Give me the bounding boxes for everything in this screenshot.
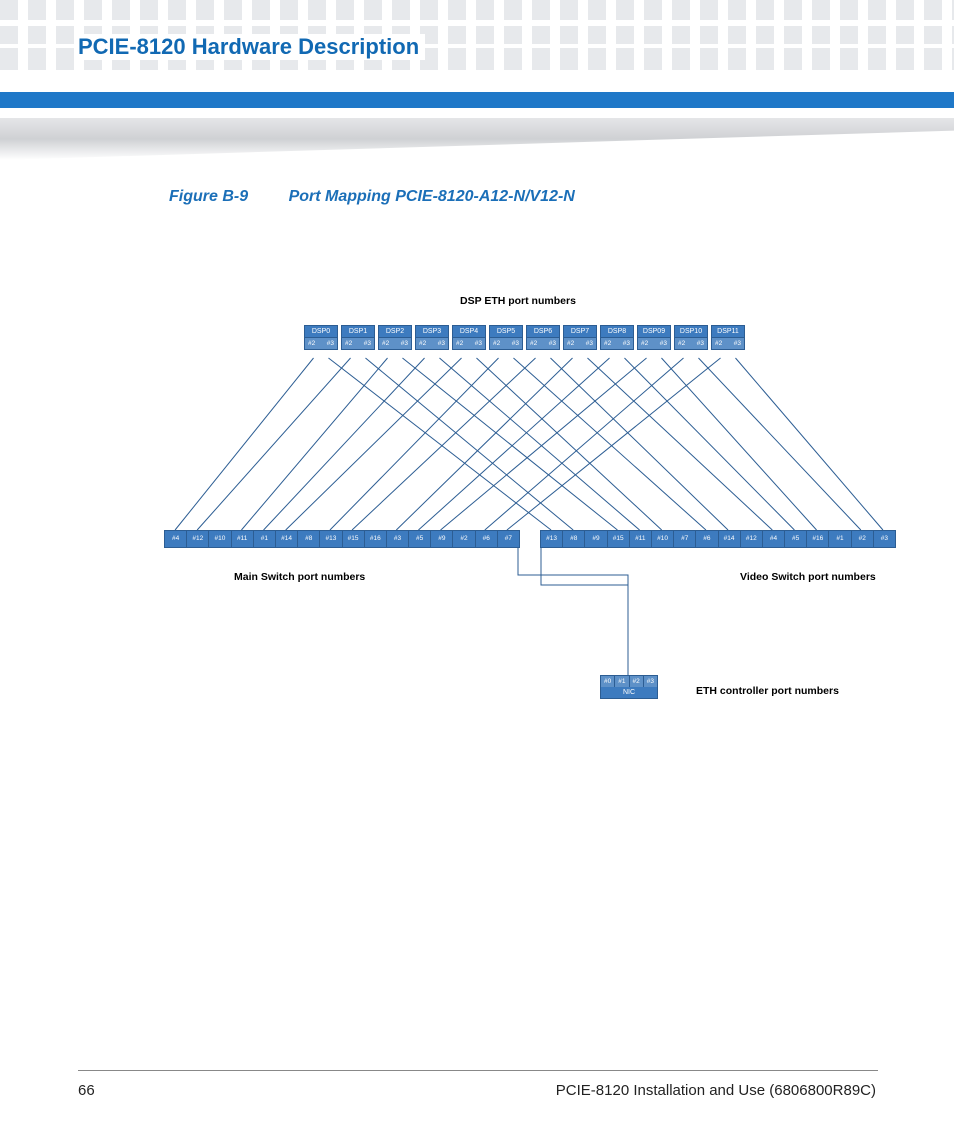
dsp-11: DSP11#2#3 — [711, 325, 745, 350]
nic-port-3: #3 — [644, 676, 657, 687]
video-switch-port-11: #5 — [785, 531, 807, 547]
nic-label: NIC — [601, 687, 657, 698]
nic-port-2: #2 — [630, 676, 644, 687]
dsp-0: DSP0#2#3 — [304, 325, 338, 350]
chapter-title: PCIE-8120 Hardware Description — [78, 34, 425, 60]
video-switch-port-5: #10 — [652, 531, 674, 547]
dsp-4: DSP4#2#3 — [452, 325, 486, 350]
video-switch-label: Video Switch port numbers — [740, 571, 876, 583]
dsp-8: DSP8#2#3 — [600, 325, 634, 350]
video-switch-port-15: #3 — [874, 531, 895, 547]
figure-caption: Port Mapping PCIE-8120-A12-N/V12-N — [289, 188, 575, 205]
main-switch-port-2: #10 — [209, 531, 231, 547]
blue-bar — [0, 92, 954, 108]
video-switch-port-2: #9 — [585, 531, 607, 547]
port-mapping-diagram: DSP ETH port numbers DSP0#2#3DSP1#2#3DSP… — [160, 285, 890, 725]
grey-wedge — [0, 118, 954, 160]
eth-controller-label: ETH controller port numbers — [696, 685, 839, 697]
main-switch-bar: #4#12#10#11#1#14#8#13#15#16#3#5#9#2#6#7 — [164, 530, 520, 548]
main-switch-port-13: #2 — [453, 531, 475, 547]
video-switch-port-3: #15 — [608, 531, 630, 547]
dsp-6: DSP6#2#3 — [526, 325, 560, 350]
video-switch-port-0: #13 — [541, 531, 563, 547]
figure-label: Figure B-9 Port Mapping PCIE-8120-A12-N/… — [169, 188, 575, 206]
dsp-5: DSP5#2#3 — [489, 325, 523, 350]
video-switch-port-4: #11 — [630, 531, 652, 547]
page: PCIE-8120 Hardware Description Figure B-… — [0, 0, 954, 1145]
dsp-3: DSP3#2#3 — [415, 325, 449, 350]
footer-title: PCIE-8120 Installation and Use (6806800R… — [556, 1082, 876, 1099]
main-switch-port-12: #9 — [431, 531, 453, 547]
video-switch-bar: #13#8#9#15#11#10#7#6#14#12#4#5#16#1#2#3 — [540, 530, 896, 548]
dsp-10: DSP10#2#3 — [674, 325, 708, 350]
main-switch-port-10: #3 — [387, 531, 409, 547]
main-switch-port-3: #11 — [232, 531, 254, 547]
video-switch-port-13: #1 — [829, 531, 851, 547]
nic-block: #0#1#2#3 NIC — [600, 675, 658, 699]
main-switch-port-9: #16 — [365, 531, 387, 547]
connection-wires — [160, 285, 890, 725]
dsp-row: DSP0#2#3DSP1#2#3DSP2#2#3DSP3#2#3DSP4#2#3… — [304, 325, 745, 350]
main-switch-port-0: #4 — [165, 531, 187, 547]
video-switch-port-9: #12 — [741, 531, 763, 547]
dsp-7: DSP7#2#3 — [563, 325, 597, 350]
main-switch-port-1: #12 — [187, 531, 209, 547]
main-switch-port-14: #6 — [476, 531, 498, 547]
main-switch-port-5: #14 — [276, 531, 298, 547]
main-switch-label: Main Switch port numbers — [234, 571, 365, 583]
main-switch-port-15: #7 — [498, 531, 519, 547]
main-switch-port-6: #8 — [298, 531, 320, 547]
nic-port-0: #0 — [601, 676, 615, 687]
video-switch-port-8: #14 — [719, 531, 741, 547]
video-switch-port-1: #8 — [563, 531, 585, 547]
main-switch-port-4: #1 — [254, 531, 276, 547]
page-number: 66 — [78, 1082, 95, 1099]
main-switch-port-7: #13 — [320, 531, 342, 547]
footer-rule — [78, 1070, 878, 1071]
nic-port-1: #1 — [615, 676, 629, 687]
dsp-9: DSP09#2#3 — [637, 325, 671, 350]
figure-number: Figure B-9 — [169, 188, 248, 205]
video-switch-port-7: #6 — [696, 531, 718, 547]
main-switch-port-11: #5 — [409, 531, 431, 547]
video-switch-port-10: #4 — [763, 531, 785, 547]
dsp-1: DSP1#2#3 — [341, 325, 375, 350]
main-switch-port-8: #15 — [343, 531, 365, 547]
video-switch-port-14: #2 — [852, 531, 874, 547]
video-switch-port-6: #7 — [674, 531, 696, 547]
video-switch-port-12: #16 — [807, 531, 829, 547]
dsp-header: DSP ETH port numbers — [460, 295, 576, 307]
dsp-2: DSP2#2#3 — [378, 325, 412, 350]
